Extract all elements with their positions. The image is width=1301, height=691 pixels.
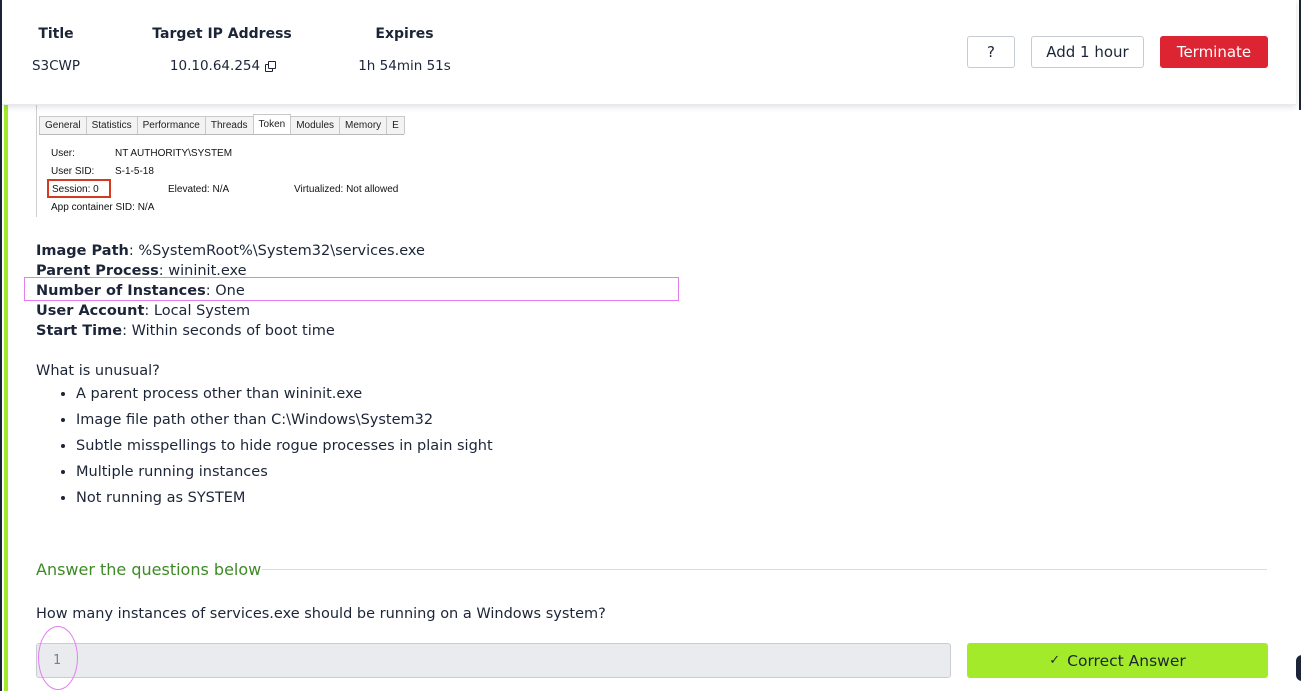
unusual-heading: What is unusual? <box>36 363 160 379</box>
properties-tabs: General Statistics Performance Threads T… <box>39 114 405 135</box>
process-properties-screenshot: General Statistics Performance Threads T… <box>36 104 419 217</box>
copy-icon[interactable] <box>265 61 277 72</box>
token-sid-label: User SID: <box>51 166 95 177</box>
tab-more: E <box>386 116 405 134</box>
token-app-container: App container SID: N/A <box>51 202 155 213</box>
image-path-row: Image Path: %SystemRoot%\System32\servic… <box>36 243 425 259</box>
tab-general: General <box>39 116 87 134</box>
question-text: How many instances of services.exe shoul… <box>36 606 606 622</box>
start-time-label: Start Time <box>36 323 123 339</box>
questions-divider <box>262 569 1267 570</box>
user-account-label: User Account <box>36 303 145 319</box>
token-elevated: Elevated: N/A <box>168 184 230 195</box>
tab-token: Token <box>252 114 292 134</box>
token-sid-value: S-1-5-18 <box>115 166 154 177</box>
title-label: Title <box>38 26 74 42</box>
list-item: Not running as SYSTEM <box>76 488 493 514</box>
token-user-value: NT AUTHORITY\SYSTEM <box>115 148 233 159</box>
help-button[interactable]: ? <box>967 36 1015 68</box>
correct-answer-label: Correct Answer <box>1067 651 1186 670</box>
user-account-value: : Local System <box>144 303 251 319</box>
expires-value: 1h 54min 51s <box>358 58 451 74</box>
tab-performance: Performance <box>136 116 206 134</box>
token-user-label: User: <box>51 148 75 159</box>
terminate-button[interactable]: Terminate <box>1160 36 1268 68</box>
tab-modules: Modules <box>290 116 341 134</box>
list-item: Image file path other than C:\Windows\Sy… <box>76 410 493 436</box>
image-path-value: : %SystemRoot%\System32\services.exe <box>128 243 425 259</box>
target-ip-value[interactable]: 10.10.64.254 <box>170 58 260 74</box>
side-panel-tab[interactable] <box>1296 655 1301 681</box>
list-item: Subtle misspellings to hide rogue proces… <box>76 436 493 462</box>
list-item: Multiple running instances <box>76 462 493 488</box>
tab-statistics: Statistics <box>85 116 138 134</box>
expires-label: Expires <box>375 26 434 42</box>
add-hour-button[interactable]: Add 1 hour <box>1031 36 1144 68</box>
task-accent-bar <box>4 104 8 691</box>
correct-answer-button[interactable]: ✓ Correct Answer <box>967 643 1268 678</box>
start-time-value: : Within seconds of boot time <box>122 323 335 339</box>
instances-highlight-box <box>24 277 679 301</box>
unusual-list: A parent process other than wininit.exe … <box>36 384 493 514</box>
expires-column: Expires 1h 54min 51s <box>352 26 457 74</box>
image-path-label: Image Path <box>36 243 129 259</box>
list-item: A parent process other than wininit.exe <box>76 384 493 410</box>
start-time-row: Start Time: Within seconds of boot time <box>36 323 335 339</box>
machine-info-header: Title S3CWP Target IP Address 10.10.64.2… <box>2 0 1296 105</box>
target-ip-value-row: 10.10.64.254 <box>152 58 292 74</box>
questions-heading: Answer the questions below <box>36 560 262 579</box>
title-value: S3CWP <box>31 58 81 74</box>
tab-memory: Memory <box>339 116 388 134</box>
session-highlight-box <box>47 179 111 198</box>
token-virtualized: Virtualized: Not allowed <box>294 184 399 195</box>
answer-input[interactable] <box>36 643 951 678</box>
user-account-row: User Account: Local System <box>36 303 250 319</box>
check-icon: ✓ <box>1049 653 1061 668</box>
target-ip-label: Target IP Address <box>152 26 292 42</box>
title-column: Title S3CWP <box>20 26 92 74</box>
target-ip-column: Target IP Address 10.10.64.254 <box>152 26 292 74</box>
tab-threads: Threads <box>204 116 254 134</box>
